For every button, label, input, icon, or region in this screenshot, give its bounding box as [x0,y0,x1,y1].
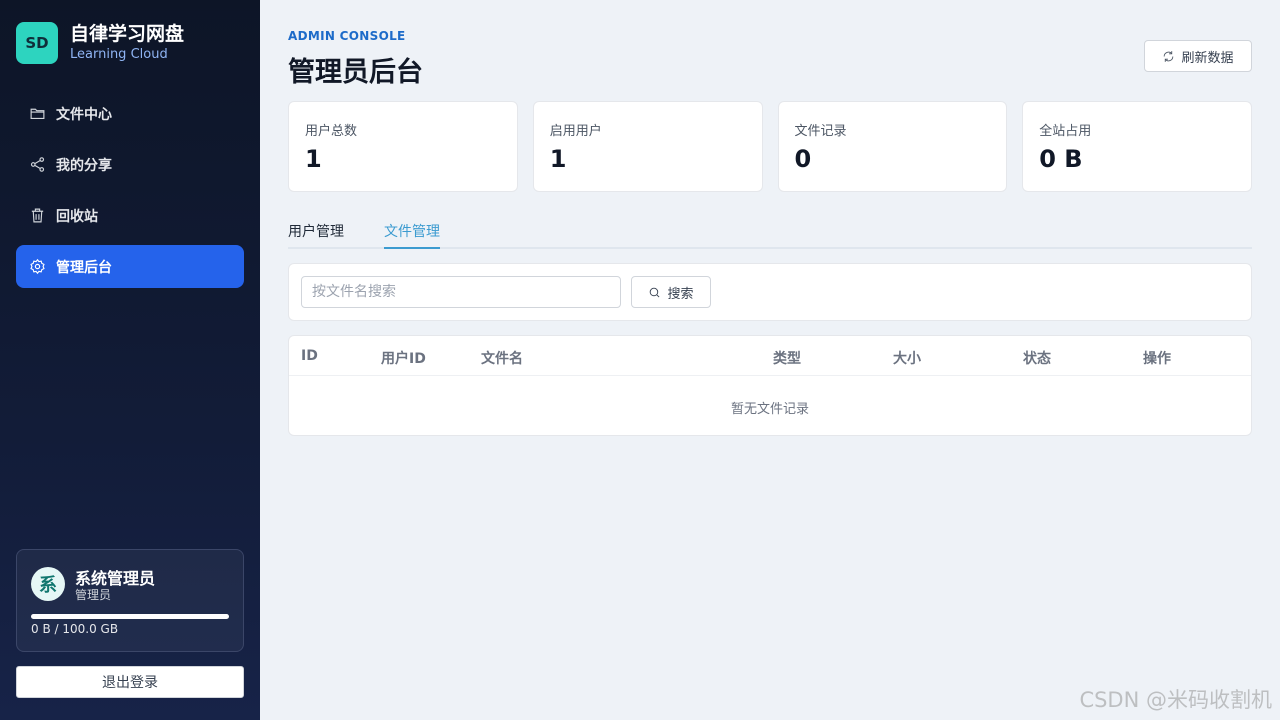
sidebar-item-label: 回收站 [56,208,98,225]
user-card: 系 系统管理员 管理员 0 B / 100.0 GB [16,549,244,652]
stat-label: 启用用户 [549,124,602,139]
refresh-label: 刷新数据 [1181,50,1234,66]
stat-value: 0 B [1039,145,1083,173]
sidebar-item-label: 我的分享 [56,157,112,174]
brand-subtitle: Learning Cloud [70,47,168,62]
sidebar-nav: 文件中心 我的分享 回收站 管理后台 [16,92,244,296]
stat-card-storage-used: 全站占用 0 B [1022,101,1252,192]
search-bar: 搜索 [288,263,1252,321]
stat-card-total-users: 用户总数 1 [288,101,518,192]
user-role: 管理员 [75,588,112,602]
stat-label: 全站占用 [1039,124,1092,139]
stat-card-file-records: 文件记录 0 [777,101,1008,192]
storage-quota-bar [31,614,229,619]
logout-button[interactable]: 退出登录 [16,666,244,698]
stat-label: 文件记录 [794,124,847,139]
column-header-user-id[interactable]: 用户ID [381,348,426,368]
tab-user-management[interactable]: 用户管理 [288,218,344,249]
search-button[interactable]: 搜索 [631,276,711,308]
storage-quota-text: 0 B / 100.0 GB [31,622,119,636]
watermark: CSDN @米码收割机 [1079,688,1272,712]
column-header-size[interactable]: 大小 [893,348,921,368]
stats-row: 用户总数 1 启用用户 1 文件记录 0 全站占用 0 B [288,101,1252,192]
column-header-filename[interactable]: 文件名 [481,348,523,368]
page-eyebrow: ADMIN CONSOLE [288,29,406,43]
tab-bar: 用户管理 文件管理 [288,218,1252,249]
stat-card-active-users: 启用用户 1 [532,101,763,192]
empty-state-text: 暂无文件记录 [730,402,809,417]
sidebar-item-admin[interactable]: 管理后台 [16,245,244,288]
share-icon [28,156,46,174]
stat-value: 1 [305,145,322,173]
avatar: 系 [31,567,65,601]
sidebar-item-label: 管理后台 [56,259,112,276]
search-input[interactable] [301,276,621,308]
stat-value: 0 [794,145,812,173]
brand-logo: SD [16,22,58,64]
refresh-icon [1164,50,1174,62]
sidebar-item-files[interactable]: 文件中心 [16,92,244,135]
search-icon [650,287,660,297]
page-title: 管理员后台 [288,57,423,88]
sidebar: SD 自律学习网盘 Learning Cloud 文件中心 我的分享 回收站 管… [0,0,260,720]
gear-icon [28,258,46,276]
refresh-button[interactable]: 刷新数据 [1144,40,1252,72]
column-header-type[interactable]: 类型 [773,348,801,368]
folder-icon [28,105,46,123]
tab-file-management[interactable]: 文件管理 [384,218,440,249]
sidebar-item-recycle[interactable]: 回收站 [16,194,244,237]
stat-label: 用户总数 [305,124,358,139]
sidebar-item-shares[interactable]: 我的分享 [16,143,244,186]
brand: SD 自律学习网盘 Learning Cloud [16,22,184,64]
trash-icon [28,207,46,225]
table-header: ID 用户ID 文件名 类型 大小 状态 操作 [289,336,1251,376]
search-button-label: 搜索 [667,286,694,302]
stat-value: 1 [549,145,567,173]
column-header-status[interactable]: 状态 [1023,348,1051,368]
files-table: ID 用户ID 文件名 类型 大小 状态 操作 暂无文件记录 [288,335,1252,436]
column-header-id[interactable]: ID [301,348,318,364]
brand-title: 自律学习网盘 [70,23,185,45]
sidebar-item-label: 文件中心 [56,106,112,123]
column-header-actions[interactable]: 操作 [1143,348,1171,368]
